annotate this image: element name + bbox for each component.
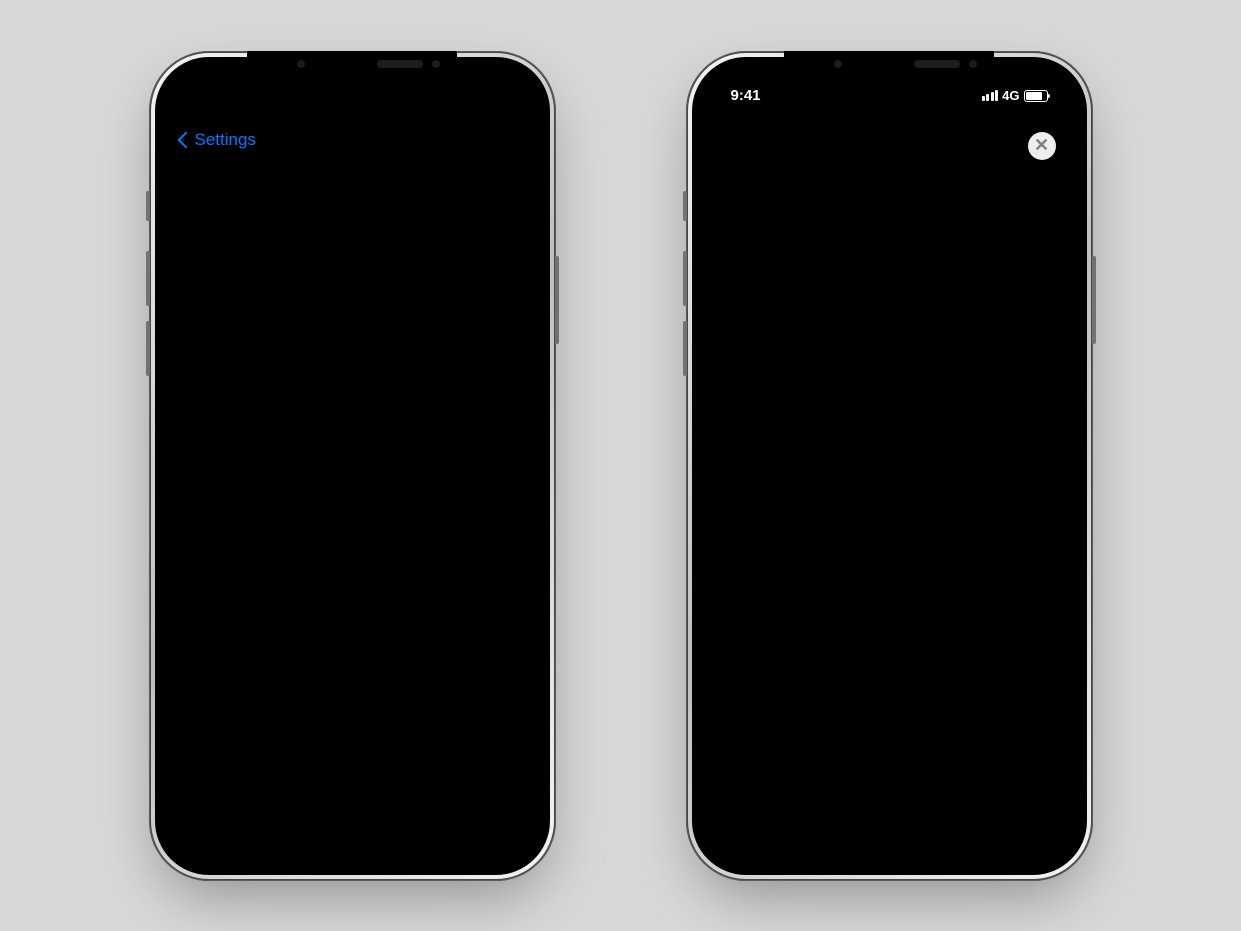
appearance-icon <box>923 730 943 750</box>
nav-bar: Settings Wallpaper <box>172 118 533 162</box>
network-label: 4G <box>465 88 482 103</box>
silent-switch <box>683 191 687 221</box>
power-button <box>555 256 559 344</box>
smart-gradient-label: SMART GRADIENT <box>404 601 517 615</box>
orange-swatch-2[interactable] <box>304 623 344 663</box>
appearance-icon <box>809 730 829 750</box>
ios13-card-row <box>729 530 1050 756</box>
current-wallpaper-frame[interactable] <box>192 260 494 574</box>
phone-left: 9:41 4G Settings Wallpaper IOS 13 Choose… <box>149 51 556 881</box>
chevron-left-icon <box>177 131 194 148</box>
sheet-title: Collections <box>709 130 1070 228</box>
volume-down <box>683 321 687 376</box>
current-wallpaper-label: This is Your Current Wallpaper <box>172 678 533 729</box>
page-title: Wallpaper <box>312 130 393 150</box>
black-swatch[interactable] <box>188 623 228 663</box>
abstract-swatch[interactable] <box>362 623 402 663</box>
wallpaper-card-green[interactable] <box>957 530 1050 756</box>
close-icon: ✕ <box>1034 135 1049 156</box>
home-screen-appearance-label: HOME SCREEN APPEARANCE <box>188 601 371 615</box>
classic-stripes-row <box>709 812 1070 840</box>
next-wallpaper-peek[interactable] <box>500 260 517 560</box>
stripe-green[interactable] <box>729 812 831 840</box>
home-indicator[interactable] <box>287 847 417 852</box>
wallpaper-card-blue[interactable] <box>843 530 949 756</box>
volume-up <box>683 251 687 306</box>
appearance-icon <box>1037 730 1050 750</box>
ios13-section-title: iOS 13 <box>729 496 1050 520</box>
back-label: Settings <box>195 130 256 150</box>
appearance-labels-row: HOME SCREEN APPEARANCE SMART GRADIENT <box>172 587 533 623</box>
classic-stripes-title: Classic Stripes <box>729 778 1050 802</box>
volume-up <box>146 251 150 306</box>
signal-icon <box>982 90 999 101</box>
wallpaper-preview-row <box>172 248 533 587</box>
notch <box>784 51 994 83</box>
add-photo-button[interactable]: + <box>1033 228 1049 256</box>
group-header: IOS 13 <box>172 162 533 203</box>
photos-placeholder <box>729 266 1050 496</box>
signal-icon <box>445 90 462 101</box>
battery-icon <box>1024 90 1048 102</box>
dark-dims-toggle-row: Dark Appearance Dims Wallpaper <box>172 759 533 814</box>
volume-down <box>146 321 150 376</box>
dark-dims-switch[interactable] <box>466 771 517 802</box>
back-button[interactable]: Settings <box>180 130 256 150</box>
home-indicator[interactable] <box>824 847 954 852</box>
photos-section-title: Photos <box>729 230 1034 254</box>
notch <box>247 51 457 83</box>
power-button <box>1092 256 1096 344</box>
status-time: 9:41 <box>731 87 761 104</box>
dark-dims-label: Dark Appearance Dims Wallpaper <box>188 776 443 796</box>
network-label: 4G <box>1002 88 1019 103</box>
stripe-orange[interactable] <box>948 812 1050 840</box>
wallpaper-home-preview <box>345 267 487 567</box>
close-button[interactable]: ✕ <box>1028 132 1056 160</box>
wallpaper-lock-preview <box>199 267 341 567</box>
status-time: 9:41 <box>194 87 224 104</box>
orange-swatch[interactable] <box>246 623 286 663</box>
swatch-row <box>172 623 533 678</box>
stripe-yellow[interactable] <box>838 812 940 840</box>
silent-switch <box>146 191 150 221</box>
collections-sheet: ✕ Collections Photos + iOS 13 <box>709 122 1070 858</box>
phone-right: 9:41 4G ✕ Collections Photos + <box>686 51 1093 881</box>
wallpaper-card-orange[interactable] <box>729 530 835 756</box>
battery-icon <box>487 90 511 102</box>
choose-wallpaper-link[interactable]: Choose a New Wallpaper <box>172 203 533 248</box>
